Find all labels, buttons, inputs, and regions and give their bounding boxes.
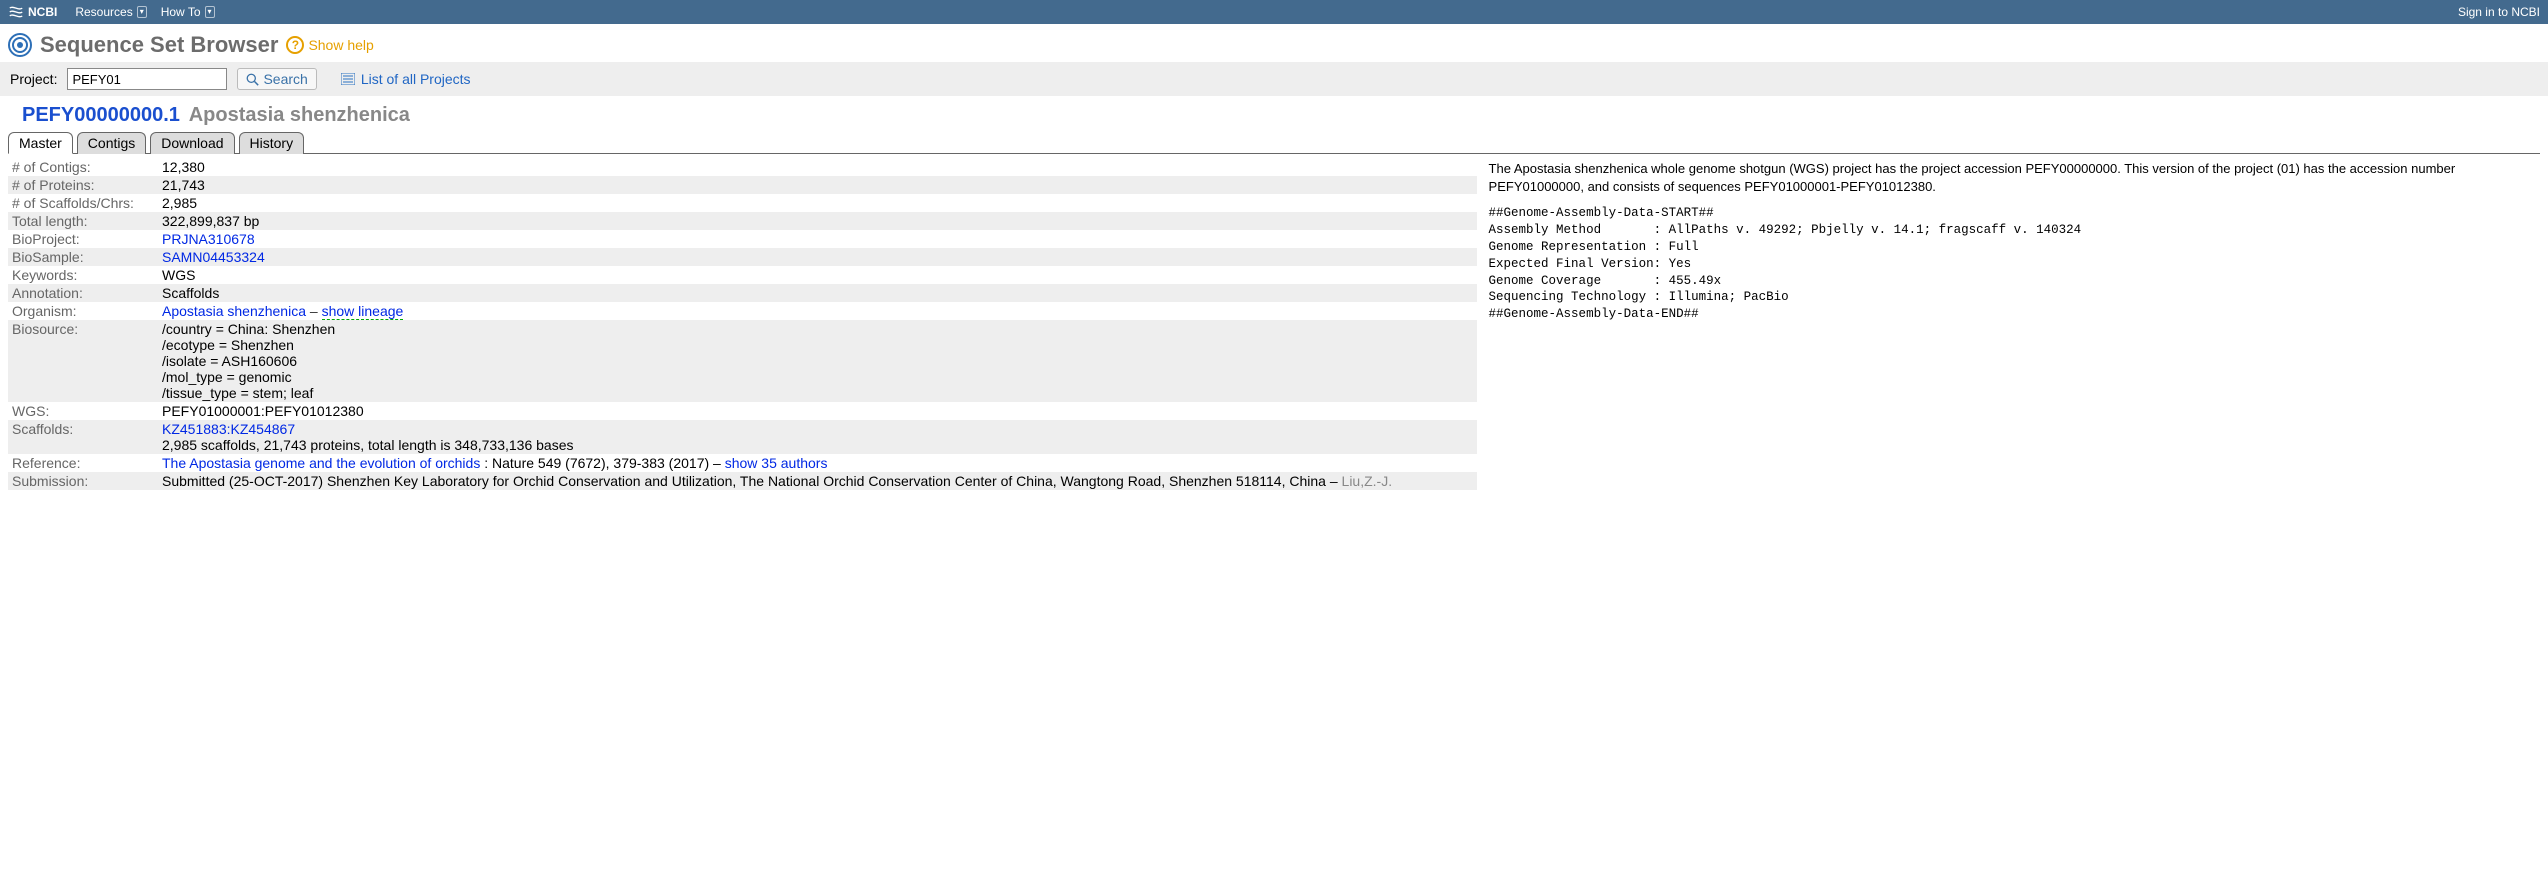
ncbi-logo[interactable]: NCBI — [8, 5, 57, 19]
show-lineage-link[interactable]: show lineage — [322, 303, 404, 320]
total-length-value: 322,899,837 bp — [158, 212, 1477, 230]
contigs-value: 12,380 — [158, 158, 1477, 176]
search-button[interactable]: Search — [237, 68, 316, 90]
record-heading: PEFY00000000.1 Apostasia shenzhenica — [0, 96, 2548, 131]
submission-text: Submitted (25-OCT-2017) Shenzhen Key Lab… — [162, 473, 1342, 489]
submission-label: Submission: — [8, 472, 158, 490]
tabs: Master Contigs Download History — [0, 131, 2548, 154]
total-length-label: Total length: — [8, 212, 158, 230]
help-label: Show help — [308, 37, 373, 53]
description-panel: The Apostasia shenzhenica whole genome s… — [1477, 158, 2540, 323]
chevron-down-icon: ▾ — [137, 6, 147, 18]
tab-contigs[interactable]: Contigs — [77, 132, 146, 154]
biosource-isolate: /isolate = ASH160606 — [162, 353, 1473, 369]
accession-id: PEFY00000000.1 — [22, 104, 180, 126]
sep: – — [306, 303, 322, 319]
chevron-down-icon: ▾ — [205, 6, 215, 18]
show-help-link[interactable]: ? Show help — [286, 36, 373, 54]
submission-author: Liu,Z.-J. — [1342, 473, 1393, 489]
top-nav: NCBI Resources ▾ How To ▾ Sign in to NCB… — [0, 0, 2548, 24]
biosource-ecotype: /ecotype = Shenzhen — [162, 337, 1473, 353]
bullseye-icon — [8, 33, 32, 57]
proteins-label: # of Proteins: — [8, 176, 158, 194]
tab-history[interactable]: History — [239, 132, 305, 154]
project-input[interactable] — [67, 68, 227, 90]
biosource-moltype: /mol_type = genomic — [162, 369, 1473, 385]
reference-label: Reference: — [8, 454, 158, 472]
project-description: The Apostasia shenzhenica whole genome s… — [1489, 160, 2532, 195]
ncbi-icon — [8, 5, 24, 19]
tab-download[interactable]: Download — [150, 132, 234, 154]
sign-in-link[interactable]: Sign in to NCBI — [2458, 5, 2540, 19]
scaffolds-link[interactable]: KZ451883:KZ454867 — [162, 421, 295, 437]
search-button-label: Search — [263, 71, 307, 87]
biosample-link[interactable]: SAMN04453324 — [162, 249, 265, 265]
help-icon: ? — [286, 36, 304, 54]
brand-label: NCBI — [28, 5, 57, 19]
list-icon — [341, 73, 355, 85]
scaffolds-chrs-value: 2,985 — [158, 194, 1477, 212]
scaffolds-desc: 2,985 scaffolds, 21,743 proteins, total … — [162, 437, 573, 453]
genome-assembly-data: ##Genome-Assembly-Data-START## Assembly … — [1489, 205, 2532, 323]
biosample-label: BioSample: — [8, 248, 158, 266]
metadata-table: # of Contigs:12,380 # of Proteins:21,743… — [8, 158, 1477, 490]
search-bar: Project: Search List of all Projects — [0, 62, 2548, 96]
metadata-panel: # of Contigs:12,380 # of Proteins:21,743… — [8, 158, 1477, 490]
biosource-label: Biosource: — [8, 320, 158, 402]
keywords-value: WGS — [158, 266, 1477, 284]
scaffolds-chrs-label: # of Scaffolds/Chrs: — [8, 194, 158, 212]
reference-link[interactable]: The Apostasia genome and the evolution o… — [162, 455, 480, 471]
howto-menu[interactable]: How To ▾ — [155, 5, 221, 19]
biosource-country: /country = China: Shenzhen — [162, 321, 1473, 337]
proteins-value: 21,743 — [158, 176, 1477, 194]
page-title: Sequence Set Browser — [40, 32, 278, 58]
organism-link[interactable]: Apostasia shenzhenica — [162, 303, 306, 319]
tab-master[interactable]: Master — [8, 132, 73, 154]
annotation-label: Annotation: — [8, 284, 158, 302]
project-label: Project: — [10, 71, 57, 87]
resources-menu[interactable]: Resources ▾ — [69, 5, 152, 19]
organism-label: Organism: — [8, 302, 158, 320]
scaffolds-label: Scaffolds: — [8, 420, 158, 454]
annotation-value: Scaffolds — [158, 284, 1477, 302]
bioproject-label: BioProject: — [8, 230, 158, 248]
biosource-tissue: /tissue_type = stem; leaf — [162, 385, 1473, 401]
howto-label: How To — [161, 5, 201, 19]
search-icon — [246, 73, 259, 86]
list-projects-label: List of all Projects — [361, 71, 471, 87]
organism-name: Apostasia shenzhenica — [189, 104, 410, 126]
list-projects-link[interactable]: List of all Projects — [341, 71, 471, 87]
wgs-value: PEFY01000001:PEFY01012380 — [158, 402, 1477, 420]
show-authors-link[interactable]: show 35 authors — [725, 455, 828, 471]
wgs-label: WGS: — [8, 402, 158, 420]
reference-citation: : Nature 549 (7672), 379-383 (2017) – — [480, 455, 724, 471]
title-bar: Sequence Set Browser ? Show help — [0, 24, 2548, 62]
keywords-label: Keywords: — [8, 266, 158, 284]
biosource-value: /country = China: Shenzhen /ecotype = Sh… — [158, 320, 1477, 402]
contigs-label: # of Contigs: — [8, 158, 158, 176]
bioproject-link[interactable]: PRJNA310678 — [162, 231, 255, 247]
resources-label: Resources — [75, 5, 132, 19]
